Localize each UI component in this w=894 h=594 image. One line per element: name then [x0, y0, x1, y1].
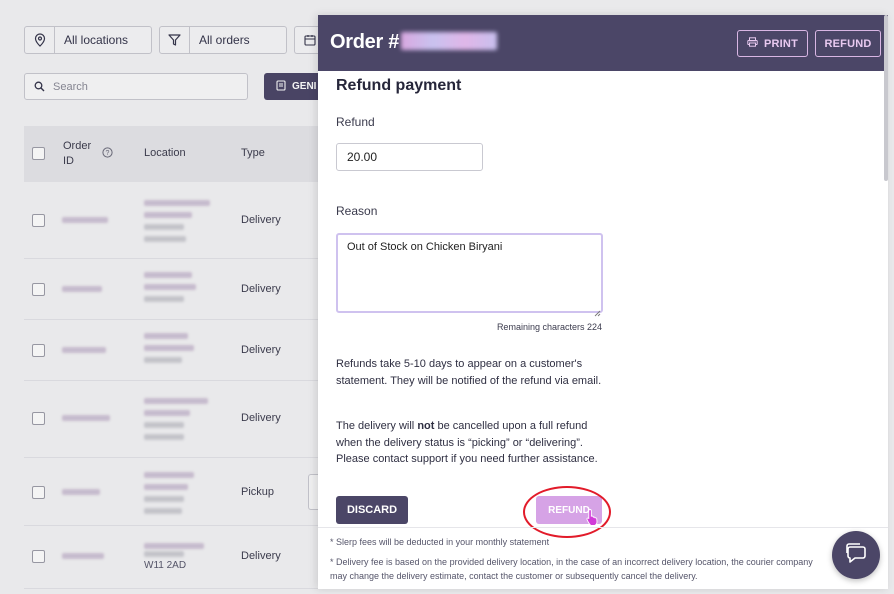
- chat-bubble-icon: [844, 542, 868, 569]
- printer-icon: [747, 37, 758, 50]
- header-refund-label: REFUND: [824, 37, 872, 50]
- refund-section-title: Refund payment: [336, 77, 462, 94]
- drawer-scrollbar[interactable]: [884, 15, 888, 181]
- reason-label: Reason: [336, 204, 378, 218]
- refund-amount-label: Refund: [336, 115, 375, 129]
- discard-button[interactable]: DISCARD: [336, 496, 408, 524]
- order-title-prefix: Order #: [330, 31, 400, 53]
- footer-delivery-note: * Delivery fee is based on the provided …: [330, 557, 813, 567]
- drawer-header: Order # PRINT REFUND: [318, 15, 888, 71]
- order-number-redacted: [401, 32, 498, 50]
- print-label: PRINT: [764, 37, 798, 50]
- print-button[interactable]: PRINT: [737, 30, 808, 57]
- chat-button[interactable]: [832, 531, 880, 579]
- delivery-note: The delivery will not be cancelled upon …: [336, 418, 606, 468]
- header-refund-button[interactable]: REFUND: [815, 30, 881, 57]
- remaining-characters: Remaining characters 224: [496, 322, 602, 332]
- order-drawer: Order # PRINT REFUND Refund payment Refu…: [318, 15, 888, 589]
- footer-delivery-note-cont: may change the delivery estimate, contac…: [330, 571, 698, 581]
- delivery-note-pre: The delivery will: [336, 420, 418, 432]
- footer-fees-note: * Slerp fees will be deducted in your mo…: [330, 537, 550, 547]
- delivery-note-bold: not: [417, 420, 435, 432]
- reason-textarea[interactable]: Out of Stock on Chicken Biryani: [336, 233, 603, 313]
- refund-amount-input[interactable]: [336, 143, 483, 171]
- drawer-footer: * Slerp fees will be deducted in your mo…: [318, 527, 888, 589]
- resize-handle-icon[interactable]: [594, 304, 601, 322]
- order-title: Order #: [330, 31, 498, 54]
- refund-info-text: Refunds take 5-10 days to appear on a cu…: [336, 358, 602, 387]
